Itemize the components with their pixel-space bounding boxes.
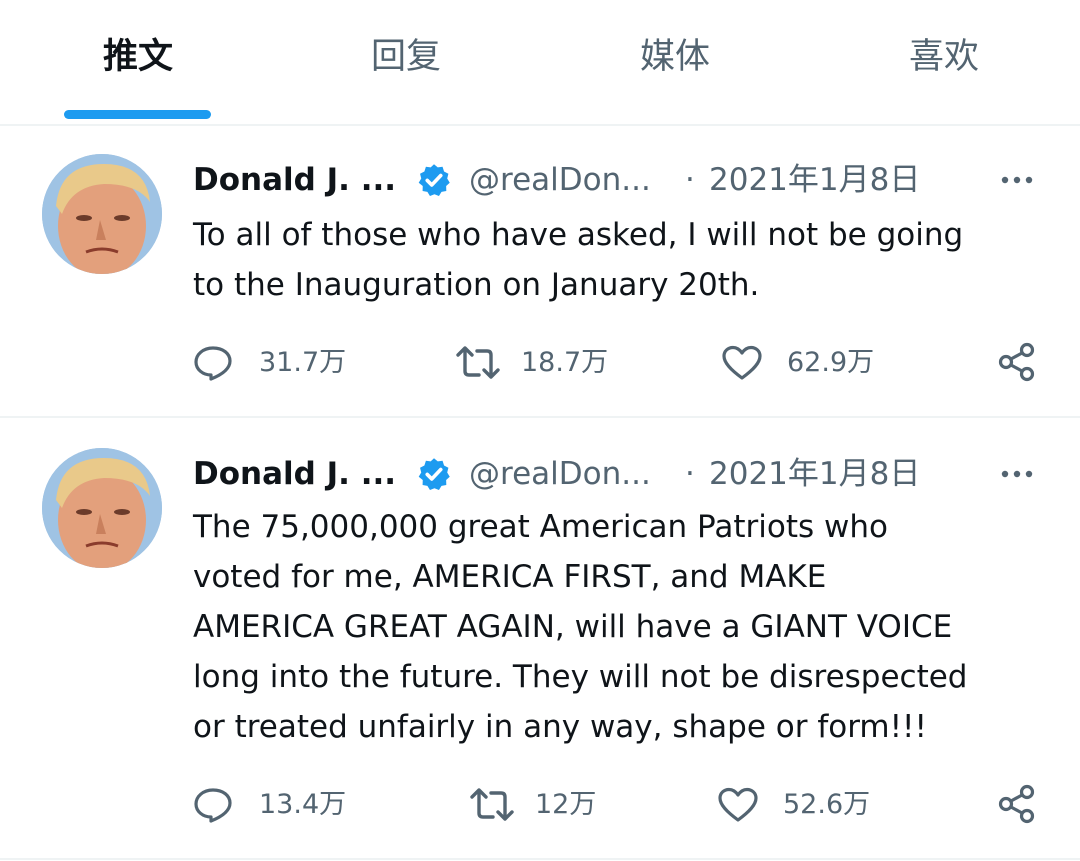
author-name[interactable]: Donald J. ... — [193, 452, 396, 496]
avatar-portrait-icon — [42, 154, 162, 274]
tab-media[interactable]: 媒体 — [565, 34, 785, 84]
reply-count: 13.4万 — [259, 789, 347, 820]
tweet-divider — [0, 858, 1080, 860]
author-handle[interactable]: @realDon... — [469, 452, 651, 496]
separator-dot: · — [685, 162, 695, 198]
like-count: 52.6万 — [783, 789, 871, 820]
tweet[interactable]: Donald J. ... @realDon... · 2021年1月8日 Th… — [0, 418, 1080, 858]
tweet-text: To all of those who have asked, I will n… — [193, 210, 1043, 310]
tab-replies[interactable]: 回复 — [296, 34, 516, 84]
tweet[interactable]: Donald J. ... @realDon... · 2021年1月8日 To… — [0, 126, 1080, 416]
verified-badge-icon — [418, 164, 450, 197]
author-name[interactable]: Donald J. ... — [193, 158, 396, 202]
tweet-text-line: To all of those who have asked, I will n… — [193, 217, 964, 253]
retweet-icon — [470, 788, 514, 821]
reply-icon — [194, 346, 232, 381]
active-tab-indicator — [64, 110, 211, 119]
separator-dot: · — [685, 456, 695, 492]
tweet-text-line: voted for me, AMERICA FIRST, and MAKE — [193, 559, 827, 595]
author-handle[interactable]: @realDon... — [469, 158, 651, 202]
profile-tabs: 推文 回复 媒体 喜欢 — [0, 0, 1080, 126]
tweet-header: Donald J. ... @realDon... · 2021年1月8日 — [193, 452, 1053, 496]
avatar-portrait-icon — [42, 448, 162, 568]
tweet-actions: 31.7万 18.7万 62.9万 — [193, 340, 1043, 386]
reply-count: 31.7万 — [259, 347, 347, 378]
retweet-icon — [456, 346, 500, 379]
tweet-text-line: long into the future. They will not be d… — [193, 659, 968, 695]
like-icon — [722, 345, 762, 380]
tweet-header: Donald J. ... @realDon... · 2021年1月8日 — [193, 158, 1053, 202]
retweet-count: 18.7万 — [521, 347, 609, 378]
tweet-actions: 13.4万 12万 52.6万 — [193, 782, 1043, 828]
tweet-text-line: The 75,000,000 great American Patriots w… — [193, 509, 888, 545]
avatar[interactable] — [42, 154, 162, 274]
more-options-icon[interactable] — [995, 452, 1039, 496]
verified-badge-icon — [418, 458, 450, 491]
tweet-text: The 75,000,000 great American Patriots w… — [193, 502, 1043, 752]
tweet-text-line: or treated unfairly in any way, shape or… — [193, 709, 927, 745]
more-options-icon[interactable] — [995, 158, 1039, 202]
like-count: 62.9万 — [787, 347, 875, 378]
avatar[interactable] — [42, 448, 162, 568]
tweet-date[interactable]: 2021年1月8日 — [709, 452, 920, 496]
reply-icon — [194, 788, 232, 823]
share-icon — [998, 784, 1035, 824]
share-icon — [998, 342, 1035, 382]
tweet-date[interactable]: 2021年1月8日 — [709, 158, 920, 202]
retweet-count: 12万 — [535, 789, 597, 820]
like-icon — [718, 787, 758, 822]
tweet-text-line: to the Inauguration on January 20th. — [193, 267, 760, 303]
tab-posts[interactable]: 推文 — [28, 34, 248, 84]
tweet-text-line: AMERICA GREAT AGAIN, will have a GIANT V… — [193, 609, 953, 645]
tab-likes[interactable]: 喜欢 — [834, 34, 1054, 84]
